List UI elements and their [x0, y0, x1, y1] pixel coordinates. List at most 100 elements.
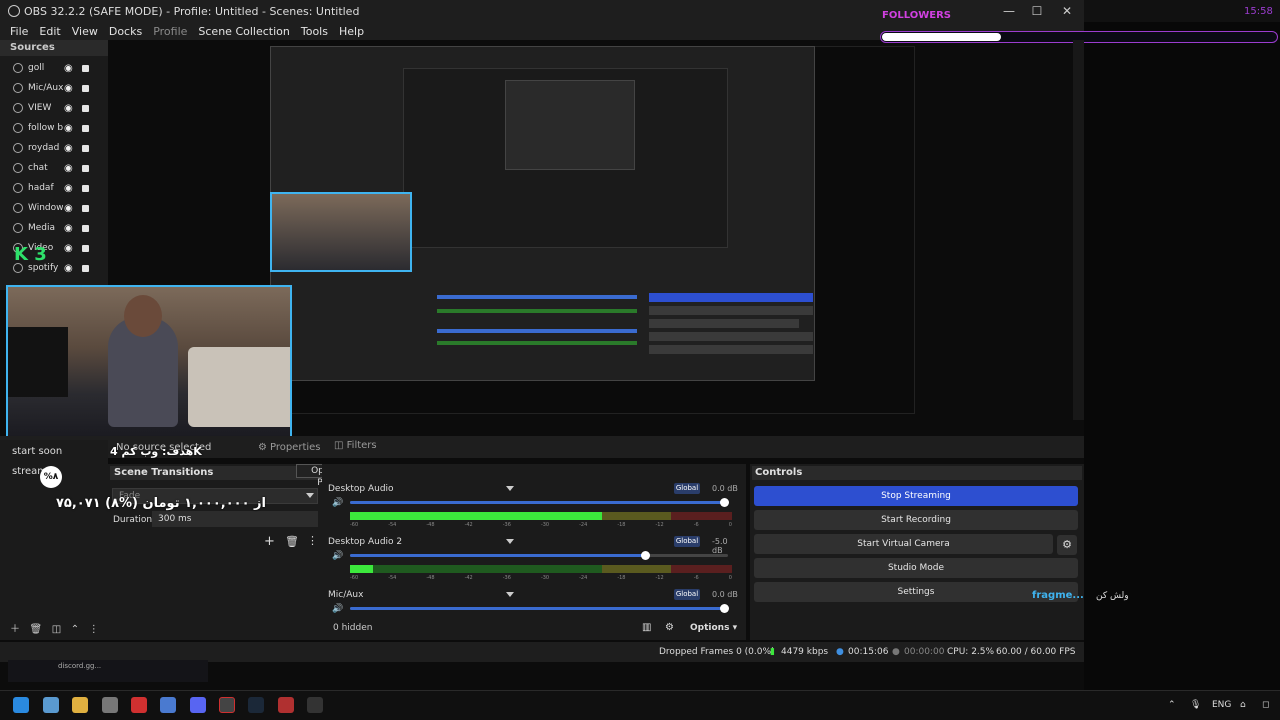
minimize-button[interactable]: —	[994, 2, 1024, 20]
nested-vcam-button	[649, 319, 799, 328]
volume-knob[interactable]	[720, 604, 729, 613]
lock-icon[interactable]	[82, 184, 89, 192]
speaker-icon[interactable]: 🔊	[332, 604, 343, 614]
source-item[interactable]: Mic/Aux ◉	[0, 78, 108, 98]
tray-network-icon[interactable]: ⌂	[1240, 700, 1246, 710]
lock-icon[interactable]	[82, 144, 89, 152]
source-item[interactable]: roydad ◉	[0, 138, 108, 158]
eye-icon[interactable]: ◉	[64, 163, 73, 174]
source-item[interactable]: follow b ◉	[0, 118, 108, 138]
global-badge: Global	[674, 483, 700, 494]
speaker-icon[interactable]: 🔊	[332, 551, 343, 561]
right-clock: 15:58	[1244, 6, 1273, 17]
filters-button[interactable]: ◫ Filters	[334, 440, 384, 454]
filters-label: Filters	[346, 440, 377, 451]
properties-button[interactable]: ⚙ Properties	[258, 440, 321, 454]
volume-slider[interactable]	[350, 551, 728, 560]
remove-scene-icon[interactable]: 🗑	[30, 624, 43, 635]
desktop-app-icon[interactable]	[43, 697, 59, 713]
move-up-icon[interactable]: ⌃	[71, 624, 79, 635]
eye-icon[interactable]: ◉	[64, 223, 73, 234]
mixer-options-button[interactable]: Options ▾	[690, 623, 737, 633]
scene-item-start-soon[interactable]: start soon	[12, 446, 62, 457]
tray-chevron-icon[interactable]: ⌃	[1168, 700, 1176, 710]
settings-app-icon[interactable]	[102, 697, 118, 713]
volume-slider[interactable]	[350, 498, 729, 507]
app-news-icon[interactable]	[278, 697, 294, 713]
menu-tools[interactable]: Tools	[301, 25, 328, 38]
channel-menu-chevron-icon[interactable]	[506, 592, 514, 597]
settings-button[interactable]: Settings	[754, 582, 1078, 602]
menu-file[interactable]: File	[10, 25, 28, 38]
discord-icon[interactable]	[190, 697, 206, 713]
tray-mic-icon[interactable]: 🎙	[1190, 700, 1201, 710]
eye-icon[interactable]: ◉	[64, 183, 73, 194]
lock-icon[interactable]	[82, 124, 89, 132]
lock-icon[interactable]	[82, 264, 89, 272]
source-item[interactable]: hadaf ◉	[0, 178, 108, 198]
eye-icon[interactable]: ◉	[64, 63, 73, 74]
menu-profile[interactable]: Profile	[153, 25, 187, 38]
eye-icon[interactable]: ◉	[64, 143, 73, 154]
volume-knob[interactable]	[640, 551, 650, 560]
lock-icon[interactable]	[82, 164, 89, 172]
trash-icon[interactable]: 🗑	[285, 535, 299, 548]
record-icon: ●	[892, 647, 900, 657]
volume-knob[interactable]	[720, 498, 729, 507]
meter-tick-label: -24	[579, 522, 588, 528]
app-blue-icon[interactable]	[160, 697, 176, 713]
eye-icon[interactable]: ◉	[64, 103, 73, 114]
volume-slider[interactable]	[350, 604, 729, 613]
start-virtual-camera-button[interactable]: Start Virtual Camera	[754, 534, 1053, 554]
studio-mode-button[interactable]: Studio Mode	[754, 558, 1078, 578]
layout-icon[interactable]: ▥	[642, 622, 651, 633]
lock-icon[interactable]	[82, 244, 89, 252]
volume-fill	[350, 501, 728, 504]
menu-scene-collection[interactable]: Scene Collection	[198, 25, 289, 38]
eye-icon[interactable]: ◉	[64, 83, 73, 94]
source-item[interactable]: chat ◉	[0, 158, 108, 178]
duration-input[interactable]: 300 ms	[152, 511, 318, 527]
windows-start-icon[interactable]	[13, 697, 29, 713]
lock-icon[interactable]	[82, 204, 89, 212]
source-item[interactable]: VIEW ◉	[0, 98, 108, 118]
menu-edit[interactable]: Edit	[39, 25, 60, 38]
speaker-icon[interactable]: 🔊	[332, 498, 343, 508]
obs-taskbar-icon[interactable]	[219, 697, 235, 713]
stop-streaming-button[interactable]: Stop Streaming	[754, 486, 1078, 506]
start-recording-button[interactable]: Start Recording	[754, 510, 1078, 530]
epic-icon[interactable]	[307, 697, 323, 713]
lock-icon[interactable]	[82, 224, 89, 232]
channel-menu-chevron-icon[interactable]	[506, 539, 514, 544]
eye-icon[interactable]: ◉	[64, 243, 73, 254]
more-icon[interactable]: ⋮	[307, 534, 318, 547]
menu-docks[interactable]: Docks	[109, 25, 142, 38]
eye-icon[interactable]: ◉	[64, 123, 73, 134]
source-item[interactable]: Window ◉	[0, 198, 108, 218]
language-indicator[interactable]: ENG	[1212, 700, 1231, 710]
channel-menu-chevron-icon[interactable]	[506, 486, 514, 491]
eye-icon[interactable]: ◉	[64, 263, 73, 274]
add-scene-icon[interactable]: ＋	[10, 624, 20, 635]
settings-gear-icon[interactable]: ⚙	[665, 622, 674, 633]
lock-icon[interactable]	[82, 64, 89, 72]
channel-name: Desktop Audio	[328, 484, 394, 494]
add-transition-icon[interactable]: +	[264, 534, 275, 549]
maximize-button[interactable]: ☐	[1022, 2, 1052, 20]
source-item[interactable]: goll ◉	[0, 58, 108, 78]
lock-icon[interactable]	[82, 84, 89, 92]
scene-more-icon[interactable]: ⋮	[89, 624, 99, 635]
source-item[interactable]: Media ◉	[0, 218, 108, 238]
eye-icon[interactable]: ◉	[64, 203, 73, 214]
meter-tick-label: -18	[617, 575, 626, 581]
app-red-icon[interactable]	[131, 697, 147, 713]
menu-help[interactable]: Help	[339, 25, 364, 38]
tray-bell-icon[interactable]: ◻	[1262, 700, 1269, 710]
file-explorer-icon[interactable]	[72, 697, 88, 713]
steam-icon[interactable]	[248, 697, 264, 713]
lock-icon[interactable]	[82, 104, 89, 112]
scene-filter-icon[interactable]: ◫	[52, 624, 61, 635]
close-button[interactable]: ✕	[1052, 2, 1082, 20]
menu-view[interactable]: View	[72, 25, 98, 38]
virtual-camera-settings-icon[interactable]: ⚙	[1057, 535, 1077, 555]
